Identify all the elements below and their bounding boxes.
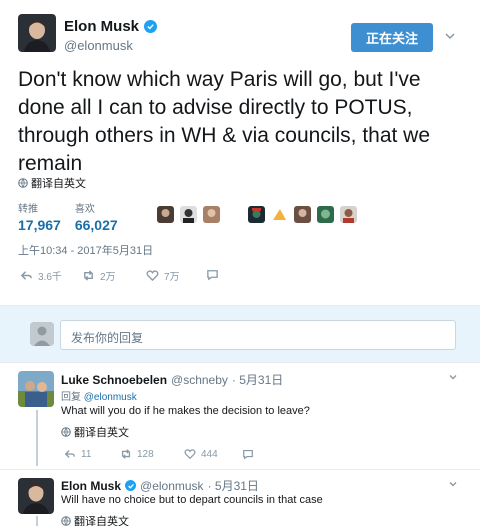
verified-icon (144, 20, 158, 33)
reply-input[interactable]: 发布你的回复 (60, 320, 456, 350)
commenter-name[interactable]: Elon Musk (61, 479, 121, 493)
liker-avatar[interactable] (180, 206, 197, 223)
commenter-avatar[interactable] (18, 371, 54, 407)
author-name-text[interactable]: Elon Musk (64, 18, 139, 35)
liker-avatar[interactable] (294, 206, 311, 223)
my-avatar (30, 322, 54, 346)
translate-label[interactable]: 翻译自英文 (74, 424, 129, 440)
thread-line (36, 410, 38, 466)
commenter-avatar[interactable] (18, 478, 54, 514)
author-avatar[interactable] (18, 14, 56, 52)
liker-avatar[interactable] (340, 206, 357, 223)
retweet-action[interactable]: 128 (120, 448, 184, 460)
commenter-handle[interactable]: @elonmusk (140, 479, 204, 493)
retweet-stat-value[interactable]: 17,967 (18, 217, 61, 233)
retweet-icon (121, 449, 131, 459)
like-icon (146, 270, 159, 282)
author-handle[interactable]: @elonmusk (64, 38, 133, 53)
globe-icon (18, 178, 28, 188)
message-action[interactable] (242, 448, 254, 460)
liker-avatar[interactable] (248, 206, 265, 223)
globe-icon (61, 427, 71, 437)
chevron-down-icon[interactable] (448, 479, 458, 489)
reply-to: 回复 @elonmusk (61, 388, 137, 403)
commenter-name[interactable]: Luke Schnoebelen (61, 373, 167, 387)
following-button[interactable]: 正在关注 (351, 23, 433, 52)
like-stat-value[interactable]: 66,027 (75, 217, 118, 233)
like-action[interactable]: 7万 (146, 268, 180, 283)
message-icon (207, 270, 218, 281)
like-count: 7万 (164, 272, 180, 283)
reply-count: 3.6千 (38, 272, 62, 283)
tweet-text: Don't know which way Paris will go, but … (18, 68, 431, 175)
thread-line (36, 516, 38, 526)
comment-text: What will you do if he makes the decisio… (61, 405, 310, 417)
liker-avatar[interactable] (157, 206, 174, 223)
divider (0, 469, 480, 470)
reply-action[interactable]: 3.6千 (20, 268, 62, 283)
reply-mention[interactable]: @elonmusk (84, 392, 137, 403)
chevron-down-icon[interactable] (444, 30, 456, 42)
comment-actions: 11 128 444 (64, 448, 254, 460)
tweet-stats: 转推 17,967 喜欢 66,027 (18, 200, 118, 233)
retweet-stat[interactable]: 转推 17,967 (18, 200, 61, 233)
translate-link[interactable]: 翻译自英文 (18, 175, 86, 191)
author-name[interactable]: Elon Musk (64, 18, 158, 35)
retweet-count: 128 (137, 448, 154, 460)
divider (0, 362, 480, 363)
comment-text: Will have no choice but to depart counci… (61, 494, 323, 506)
globe-icon (61, 516, 71, 526)
message-action[interactable] (206, 268, 219, 281)
like-action[interactable]: 444 (184, 448, 242, 460)
reply-prefix: 回复 (61, 392, 81, 403)
translate-link[interactable]: 翻译自英文 (61, 513, 129, 526)
tweet-timestamp[interactable]: 上午10:34 - 2017年5月31日 (18, 242, 153, 258)
comment-date[interactable]: · 5月31日 (208, 477, 259, 494)
like-stat[interactable]: 喜欢 66,027 (75, 200, 118, 233)
reply-icon (20, 271, 32, 280)
message-icon (243, 449, 253, 460)
commenter-handle[interactable]: @schneby (171, 373, 228, 387)
reply-icon (64, 450, 75, 458)
comment-header: Luke Schnoebelen @schneby · 5月31日 (61, 371, 283, 388)
comment-date[interactable]: · 5月31日 (232, 371, 283, 388)
translate-label[interactable]: 翻译自英文 (74, 513, 129, 526)
reply-count: 11 (81, 448, 92, 460)
retweet-action[interactable]: 2万 (82, 268, 116, 283)
translate-label[interactable]: 翻译自英文 (31, 175, 86, 191)
comment-header: Elon Musk @elonmusk · 5月31日 (61, 477, 259, 494)
translate-link[interactable]: 翻译自英文 (61, 424, 129, 440)
like-stat-label: 喜欢 (74, 204, 95, 215)
liker-avatar[interactable] (203, 206, 220, 223)
chevron-down-icon[interactable] (448, 372, 458, 382)
retweet-count: 2万 (100, 272, 116, 283)
liker-avatar[interactable] (271, 206, 288, 223)
retweet-stat-label: 转推 (18, 204, 38, 215)
liker-avatar[interactable] (317, 206, 334, 223)
retweet-icon (84, 270, 93, 281)
like-count: 444 (201, 448, 218, 460)
reply-action[interactable]: 11 (64, 448, 120, 460)
like-icon (184, 449, 196, 460)
verified-icon (125, 480, 137, 491)
